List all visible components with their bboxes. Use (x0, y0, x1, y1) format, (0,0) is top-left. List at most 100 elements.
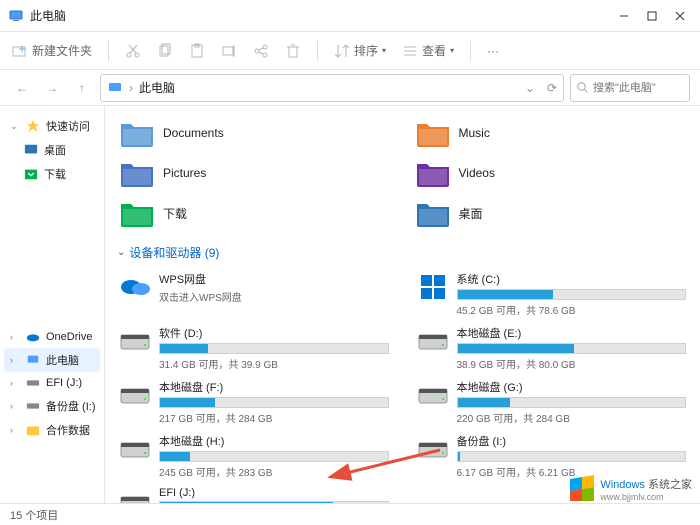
new-folder-label: 新建文件夹 (32, 42, 92, 59)
drive-item[interactable]: 备份盘 (I:) 6.17 GB 可用，共 6.21 GB (415, 431, 689, 481)
chevron-down-icon: ▾ (450, 46, 454, 55)
sidebar-item-download[interactable]: 下载 (4, 162, 100, 186)
breadcrumb-item[interactable]: 此电脑 (139, 79, 175, 96)
folder-item[interactable]: Pictures (117, 156, 393, 190)
folder-item[interactable]: 下载 (117, 196, 393, 230)
search-input[interactable] (593, 82, 683, 94)
drive-item[interactable]: 本地磁盘 (H:) 245 GB 可用，共 283 GB (117, 431, 391, 481)
forward-button[interactable]: → (40, 76, 64, 100)
sort-icon (334, 43, 350, 59)
new-folder-icon (12, 43, 28, 59)
chevron-down-icon: ⌄ (117, 247, 125, 258)
maximize-button[interactable] (646, 10, 658, 22)
drive-item[interactable]: 本地磁盘 (E:) 38.9 GB 可用，共 80.0 GB (415, 323, 689, 373)
sidebar-item-efi[interactable]: › EFI (J:) (4, 372, 100, 394)
view-button[interactable]: 查看 ▾ (402, 42, 454, 59)
folder-name: 下载 (163, 205, 187, 222)
refresh-icon[interactable]: ⟳ (547, 81, 557, 95)
back-button[interactable]: ← (10, 76, 34, 100)
pc-icon (26, 353, 40, 367)
drive-capacity-bar (457, 397, 687, 408)
more-label: ··· (487, 44, 499, 58)
sidebar-item-onedrive[interactable]: › OneDrive (4, 326, 100, 348)
drive-icon (417, 379, 449, 411)
delete-icon[interactable] (285, 43, 301, 59)
drive-status: 217 GB 可用，共 284 GB (159, 410, 389, 425)
drive-name: EFI (J:) (159, 487, 389, 499)
star-icon (26, 119, 40, 133)
view-icon (402, 43, 418, 59)
sidebar-item-backup[interactable]: › 备份盘 (I:) (4, 394, 100, 418)
drive-item[interactable]: 软件 (D:) 31.4 GB 可用，共 39.9 GB (117, 323, 391, 373)
sidebar-label: 备份盘 (I:) (46, 398, 96, 414)
sort-button[interactable]: 排序 ▾ (334, 42, 386, 59)
drive-status: 6.17 GB 可用，共 6.21 GB (457, 464, 687, 479)
folder-icon (415, 158, 451, 188)
folder-item[interactable]: 桌面 (413, 196, 689, 230)
drive-capacity-bar (457, 289, 687, 300)
sidebar-label: EFI (J:) (46, 377, 82, 389)
search-icon (577, 82, 589, 94)
more-button[interactable]: ··· (487, 44, 499, 58)
drive-info: 本地磁盘 (G:) 220 GB 可用，共 284 GB (457, 379, 687, 425)
drive-status: 220 GB 可用，共 284 GB (457, 410, 687, 425)
drive-name: 本地磁盘 (F:) (159, 379, 389, 395)
pc-icon (8, 8, 24, 24)
cut-icon[interactable] (125, 43, 141, 59)
chevron-down-icon[interactable]: ⌄ (525, 81, 535, 95)
drive-info: 备份盘 (I:) 6.17 GB 可用，共 6.21 GB (457, 433, 687, 479)
sidebar-item-partner[interactable]: › 合作数据 (4, 418, 100, 442)
up-button[interactable]: ↑ (70, 76, 94, 100)
drive-item[interactable]: 本地磁盘 (F:) 217 GB 可用，共 284 GB (117, 377, 391, 427)
drive-capacity-bar (159, 343, 389, 354)
folder-name: Documents (163, 126, 224, 140)
drive-icon (119, 325, 151, 357)
new-folder-button[interactable]: 新建文件夹 (12, 42, 92, 59)
folder-icon (415, 198, 451, 228)
copy-icon[interactable] (157, 43, 173, 59)
sidebar-label: 此电脑 (46, 352, 79, 368)
drive-info: 软件 (D:) 31.4 GB 可用，共 39.9 GB (159, 325, 389, 371)
folder-name: Videos (459, 166, 495, 180)
drive-name: 本地磁盘 (G:) (457, 379, 687, 395)
sidebar-item-this-pc[interactable]: › 此电脑 (4, 348, 100, 372)
sidebar-label: 桌面 (44, 142, 66, 158)
devices-section-header[interactable]: ⌄ 设备和驱动器 (9) (117, 244, 688, 261)
rename-icon[interactable] (221, 43, 237, 59)
pc-icon (107, 80, 123, 96)
search-box[interactable] (570, 74, 690, 102)
addressbar: ← → ↑ › 此电脑 ⌄ ⟳ (0, 70, 700, 106)
drive-item[interactable]: 本地磁盘 (G:) 220 GB 可用，共 284 GB (415, 377, 689, 427)
drive-item[interactable]: 系统 (C:) 45.2 GB 可用，共 78.6 GB (415, 269, 689, 319)
drive-icon (417, 271, 449, 303)
drive-item[interactable]: WPS网盘双击进入WPS网盘 (117, 269, 391, 319)
drive-item[interactable]: EFI (J:) 109 MB 可用，共 449 MB (117, 485, 391, 503)
share-icon[interactable] (253, 43, 269, 59)
folder-icon (415, 118, 451, 148)
paste-icon[interactable] (189, 43, 205, 59)
drive-name: 本地磁盘 (H:) (159, 433, 389, 449)
drive-status: 31.4 GB 可用，共 39.9 GB (159, 356, 389, 371)
breadcrumb[interactable]: › 此电脑 ⌄ ⟳ (100, 74, 564, 102)
chevron-down-icon: ⌄ (10, 121, 20, 132)
drive-info: 系统 (C:) 45.2 GB 可用，共 78.6 GB (457, 271, 687, 317)
chevron-right-icon: › (10, 355, 20, 365)
folder-name: 桌面 (459, 205, 483, 222)
folder-item[interactable]: Videos (413, 156, 689, 190)
drive-icon (26, 376, 40, 390)
folder-icon (119, 198, 155, 228)
drive-info: EFI (J:) 109 MB 可用，共 449 MB (159, 487, 389, 503)
sidebar-item-desktop[interactable]: 桌面 (4, 138, 100, 162)
drive-icon (417, 433, 449, 465)
drive-icon (119, 487, 151, 503)
folder-item[interactable]: Documents (117, 116, 393, 150)
minimize-button[interactable] (618, 10, 630, 22)
sidebar-item-quick-access[interactable]: ⌄ 快速访问 (4, 114, 100, 138)
folder-item[interactable]: Music (413, 116, 689, 150)
drive-info: 本地磁盘 (E:) 38.9 GB 可用，共 80.0 GB (457, 325, 687, 371)
folder-icon (119, 118, 155, 148)
drive-name: 系统 (C:) (457, 271, 687, 287)
chevron-right-icon: › (10, 401, 20, 411)
close-button[interactable] (674, 10, 686, 22)
chevron-down-icon: ▾ (382, 46, 386, 55)
